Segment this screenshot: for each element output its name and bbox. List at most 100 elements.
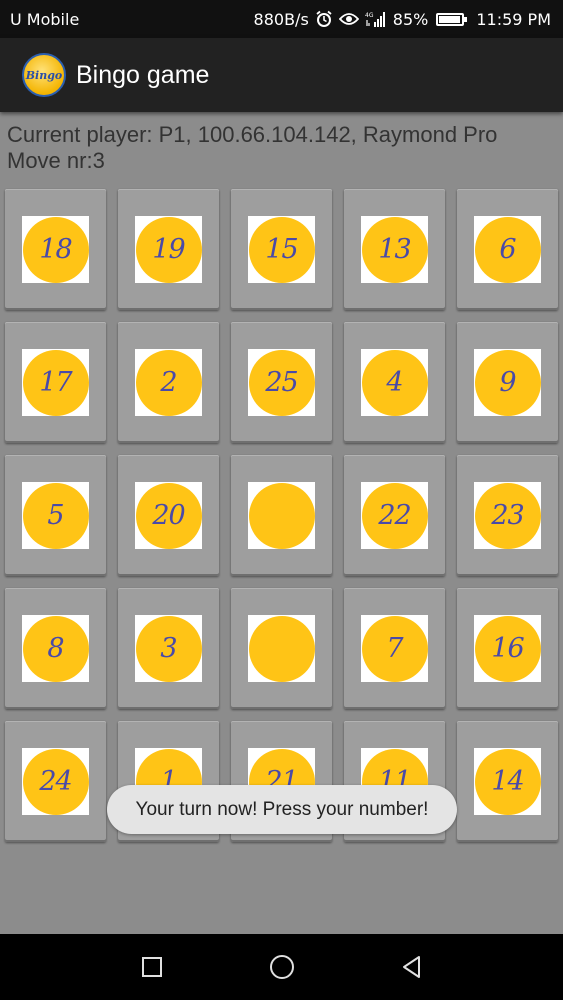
move-number-label: Move nr:3 [7,148,105,173]
bingo-cell[interactable]: 5 [5,455,106,576]
ball-number: 22 [378,500,411,531]
bingo-cell[interactable]: 6 [457,189,558,310]
carrier-label: U Mobile [10,9,80,29]
bingo-cell[interactable]: 15 [231,189,332,310]
bingo-cell[interactable]: 4 [344,322,445,443]
ball-tile: 24 [22,748,89,815]
game-info: Current player: P1, 100.66.104.142, Raym… [7,122,497,174]
ball-number: 5 [47,500,64,531]
bingo-cell[interactable]: 3 [118,588,219,709]
bingo-ball-icon: 4 [361,349,428,416]
ball-tile: 8 [22,615,89,682]
app-logo: Bingo [22,53,66,97]
ball-number: 19 [152,234,185,265]
battery-icon [436,12,468,26]
ball-number: 25 [265,367,298,398]
ball-number: 14 [491,766,524,797]
ball-tile: 14 [474,748,541,815]
bingo-ball-icon: 9 [474,349,541,416]
current-player-label: Current player: P1, 100.66.104.142, Raym… [7,122,498,147]
bingo-ball-icon: 23 [474,482,541,549]
ball-number: 16 [491,633,524,664]
bingo-ball-icon: 15 [248,216,315,283]
ball-number: 24 [39,766,72,797]
bingo-cell[interactable]: 19 [118,189,219,310]
bingo-ball-icon: 20 [135,482,202,549]
ball-number: 7 [386,633,403,664]
alarm-icon [315,10,333,28]
bingo-cell[interactable]: 14 [457,721,558,842]
bingo-ball-icon: 2 [135,349,202,416]
bingo-cell[interactable]: 25 [231,322,332,443]
bingo-ball-icon: 16 [474,615,541,682]
bingo-cell[interactable]: 7 [344,588,445,709]
ball-number: 18 [39,234,72,265]
bingo-cell[interactable]: 2 [118,322,219,443]
bingo-ball-icon: 14 [474,748,541,815]
bingo-ball-icon [248,482,315,549]
bingo-cell[interactable]: 20 [118,455,219,576]
ball-number: 2 [160,367,177,398]
ball-tile: 9 [474,349,541,416]
bingo-cell[interactable]: 8 [5,588,106,709]
signal-icon: 4G [365,11,387,27]
ball-tile: 19 [135,216,202,283]
ball-number: 23 [491,500,524,531]
bingo-ball-icon: 6 [474,216,541,283]
ball-tile: 18 [22,216,89,283]
ball-number: 8 [47,633,64,664]
ball-number: 4 [386,367,403,398]
ball-tile: 20 [135,482,202,549]
bingo-cell[interactable]: 18 [5,189,106,310]
ball-tile: 4 [361,349,428,416]
recent-apps-icon[interactable] [132,947,172,987]
battery-percent: 85% [392,9,429,29]
toast-message: Your turn now! Press your number! [107,785,457,834]
bingo-ball-icon: 7 [361,615,428,682]
bingo-ball-icon: 8 [22,615,89,682]
bingo-ball-icon: 5 [22,482,89,549]
ball-tile: 5 [22,482,89,549]
clock: 11:59 PM [476,9,551,29]
ball-tile: 6 [474,216,541,283]
ball-tile: 16 [474,615,541,682]
ball-number: 9 [499,367,516,398]
bingo-ball-icon: 22 [361,482,428,549]
bingo-cell[interactable] [231,455,332,576]
bingo-ball-icon: 19 [135,216,202,283]
ball-tile: 2 [135,349,202,416]
ball-tile [248,482,315,549]
bingo-cell[interactable]: 24 [5,721,106,842]
bingo-cell[interactable]: 13 [344,189,445,310]
bingo-ball-icon: 17 [22,349,89,416]
bingo-cell[interactable]: 16 [457,588,558,709]
bingo-ball-icon: 3 [135,615,202,682]
network-type-label: 4G [365,12,374,19]
bingo-cell[interactable] [231,588,332,709]
network-speed: 880B/s [253,9,309,29]
status-icons: 880B/s 4G 85% 11:59 PM [254,10,551,29]
eye-icon [338,12,359,26]
bingo-cell[interactable]: 9 [457,322,558,443]
bingo-cell[interactable]: 22 [344,455,445,576]
ball-number: 17 [39,367,72,398]
ball-number: 15 [265,234,298,265]
ball-tile: 7 [361,615,428,682]
home-icon[interactable] [262,947,302,987]
bingo-ball-icon [248,615,315,682]
ball-number: 20 [152,500,185,531]
ball-tile: 25 [248,349,315,416]
ball-tile: 15 [248,216,315,283]
back-icon[interactable] [392,947,432,987]
ball-tile: 23 [474,482,541,549]
status-bar: U Mobile 880B/s 4G 85% 11:59 PM [0,0,563,38]
bingo-cell[interactable]: 17 [5,322,106,443]
bingo-ball-icon: 13 [361,216,428,283]
ball-number: 3 [160,633,177,664]
navigation-bar [0,934,563,1000]
bingo-ball-icon: 24 [22,748,89,815]
bingo-cell[interactable]: 23 [457,455,558,576]
bingo-ball-icon: 18 [22,216,89,283]
ball-tile: 17 [22,349,89,416]
ball-tile: 22 [361,482,428,549]
